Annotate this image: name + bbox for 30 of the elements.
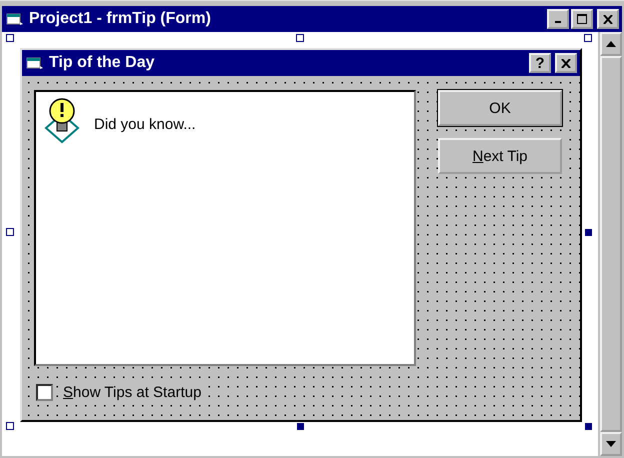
dialog-button[interactable]: OK [438, 90, 562, 126]
form-icon [6, 12, 24, 26]
tip-text: Did you know... [94, 116, 196, 133]
maximize-icon [577, 14, 587, 24]
scroll-down-button[interactable] [600, 432, 622, 456]
lightbulb-icon [42, 96, 82, 144]
close-button[interactable] [555, 53, 577, 73]
scroll-up-button[interactable] [600, 32, 622, 56]
up-arrow-icon [606, 41, 616, 47]
selection-handle[interactable] [585, 423, 592, 430]
close-button[interactable] [597, 9, 619, 29]
down-arrow-icon [606, 441, 616, 447]
checkbox-label[interactable]: Show Tips at Startup [61, 384, 204, 401]
selection-handle[interactable] [6, 422, 14, 430]
selection-handle[interactable] [297, 423, 304, 430]
dialog-button[interactable]: Next Tip [438, 138, 562, 174]
selection-handle[interactable] [6, 34, 14, 42]
checkbox[interactable] [36, 384, 53, 401]
minimize-button[interactable] [547, 9, 569, 29]
help-button[interactable]: ? [529, 53, 551, 73]
maximize-button[interactable] [571, 9, 593, 29]
form-icon [26, 56, 44, 70]
dialog-title: Tip of the Day [49, 54, 154, 72]
close-icon [561, 58, 571, 68]
close-icon [603, 14, 613, 24]
selection-handle[interactable] [585, 229, 592, 236]
selection-handle[interactable] [584, 34, 592, 42]
selection-handle[interactable] [296, 34, 304, 42]
selection-handle[interactable] [6, 228, 14, 236]
window-title: Project1 - frmTip (Form) [29, 10, 211, 28]
